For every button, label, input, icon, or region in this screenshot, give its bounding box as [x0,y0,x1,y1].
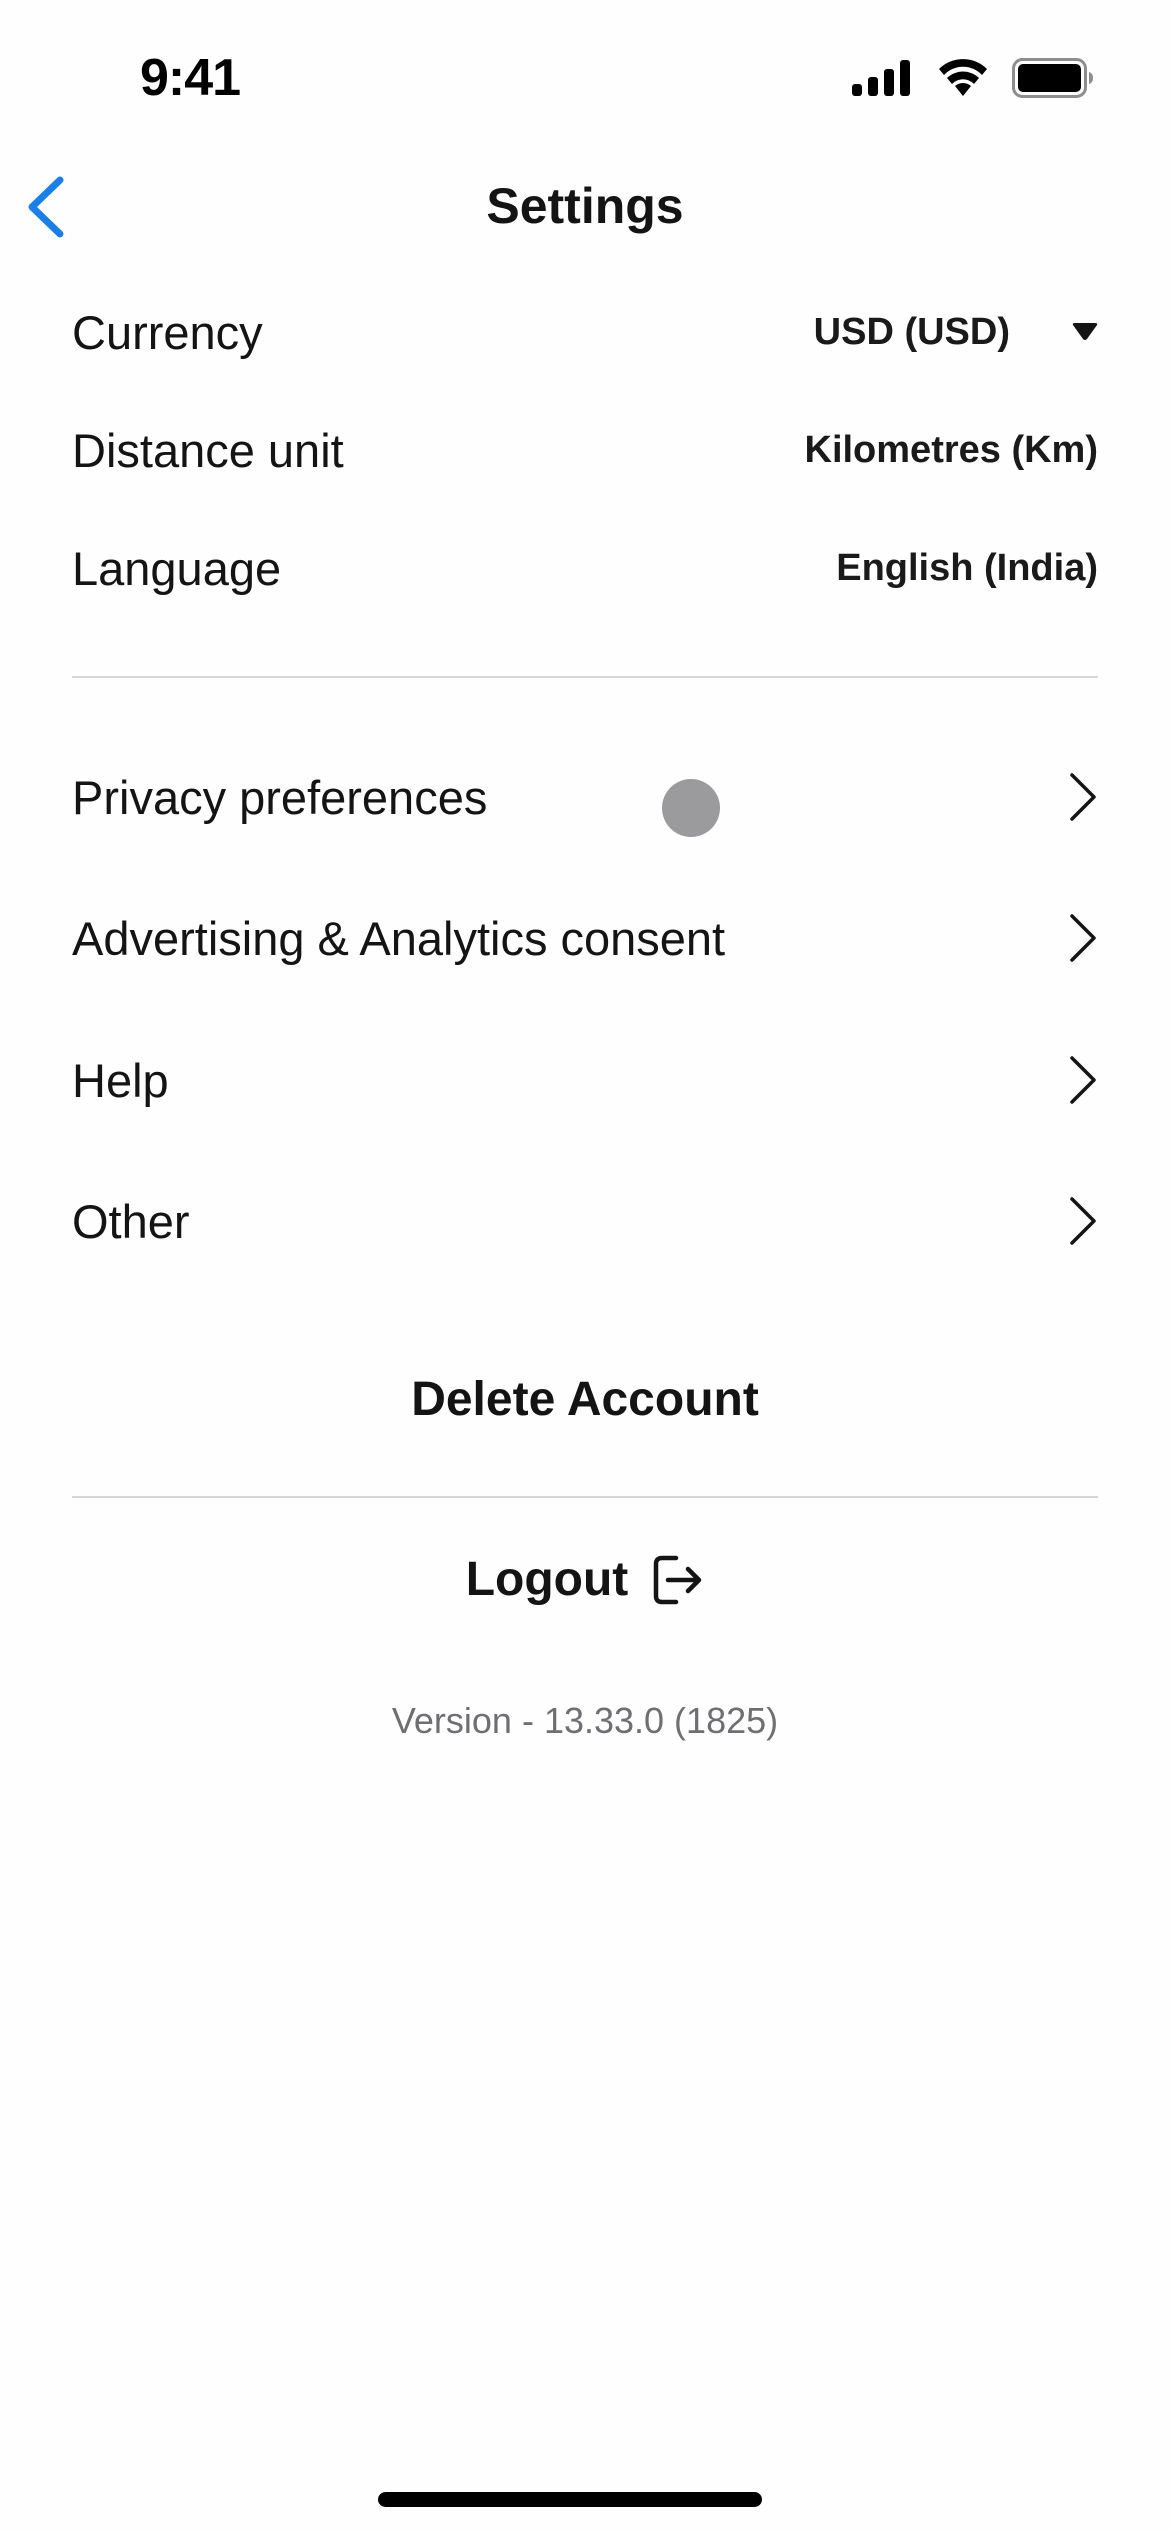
advertising-analytics-consent-row[interactable]: Advertising & Analytics consent [72,893,1098,983]
currency-label: Currency [72,305,263,359]
home-indicator[interactable] [378,2492,762,2507]
app-version: Version - 13.33.0 (1825) [391,1700,779,1741]
language-value: English (India) [836,546,1098,589]
chevron-right-icon [1070,914,1096,962]
language-selector[interactable]: Language English (India) [72,528,1098,608]
other-label: Other [72,1194,190,1248]
privacy-preferences-row[interactable]: Privacy preferences [72,752,1098,842]
touch-indicator [662,779,720,837]
currency-value-text: USD (USD) [813,310,1010,353]
help-row[interactable]: Help [72,1035,1098,1125]
chevron-right-icon [1070,1056,1096,1104]
language-label: Language [72,541,282,595]
help-label: Help [72,1053,169,1107]
battery-icon [1012,58,1093,98]
distance-unit-value: Kilometres (Km) [804,428,1099,471]
other-row[interactable]: Other [72,1176,1098,1266]
delete-account-button[interactable]: Delete Account [0,1372,1170,1427]
status-time: 9:41 [140,49,241,107]
distance-unit-selector[interactable]: Distance unit Kilometres (Km) [72,410,1098,490]
currency-selector[interactable]: Currency USD (USD) [72,292,1098,372]
cellular-signal-icon [852,60,910,96]
page-title: Settings [486,178,684,234]
privacy-preferences-label: Privacy preferences [72,770,488,824]
wifi-icon [939,59,987,96]
settings-screen: 9:41 Settings Currency USD (USD) Distanc… [0,0,1170,2532]
caret-down-icon [1072,323,1098,340]
logout-label: Logout [465,1553,629,1606]
divider [72,1496,1098,1498]
divider [72,676,1098,678]
logout-button[interactable]: Logout [0,1552,1170,1607]
logout-icon [654,1555,702,1604]
advertising-analytics-consent-label: Advertising & Analytics consent [72,911,726,965]
chevron-right-icon [1070,773,1096,821]
currency-value: USD (USD) [814,311,1098,354]
chevron-right-icon [1070,1197,1096,1245]
distance-unit-label: Distance unit [72,423,344,477]
